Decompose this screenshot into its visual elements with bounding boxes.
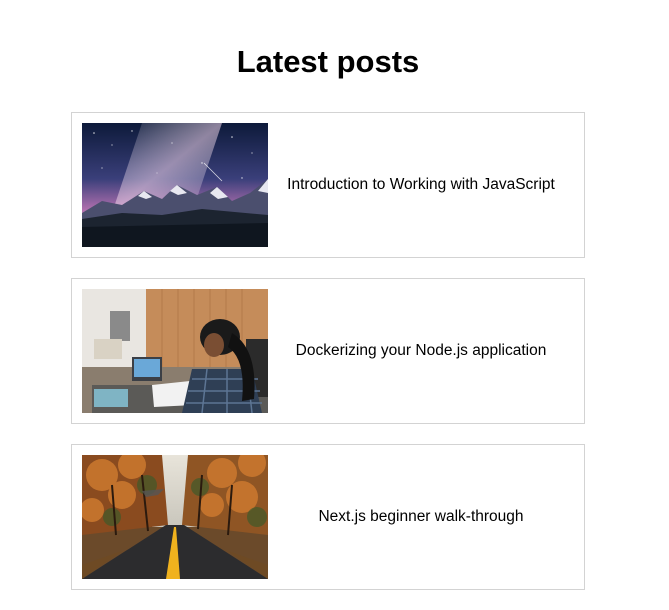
post-title-link[interactable]: Next.js beginner walk-through	[268, 507, 574, 527]
mountain-night-sky-image[interactable]	[82, 123, 268, 247]
post-title-link[interactable]: Dockerizing your Node.js application	[268, 341, 574, 361]
post-list: Introduction to Working with JavaScript	[71, 112, 585, 610]
post-card[interactable]: Dockerizing your Node.js application	[71, 278, 585, 424]
blog-page: Latest posts Introduction to Working wit…	[0, 0, 669, 610]
person-working-on-laptop-image[interactable]	[82, 289, 268, 413]
post-title-link[interactable]: Introduction to Working with JavaScript	[268, 175, 574, 195]
post-card[interactable]: Next.js beginner walk-through	[71, 444, 585, 590]
post-card[interactable]: Introduction to Working with JavaScript	[71, 112, 585, 258]
autumn-forest-road-image[interactable]	[82, 455, 268, 579]
page-title: Latest posts	[236, 44, 420, 79]
